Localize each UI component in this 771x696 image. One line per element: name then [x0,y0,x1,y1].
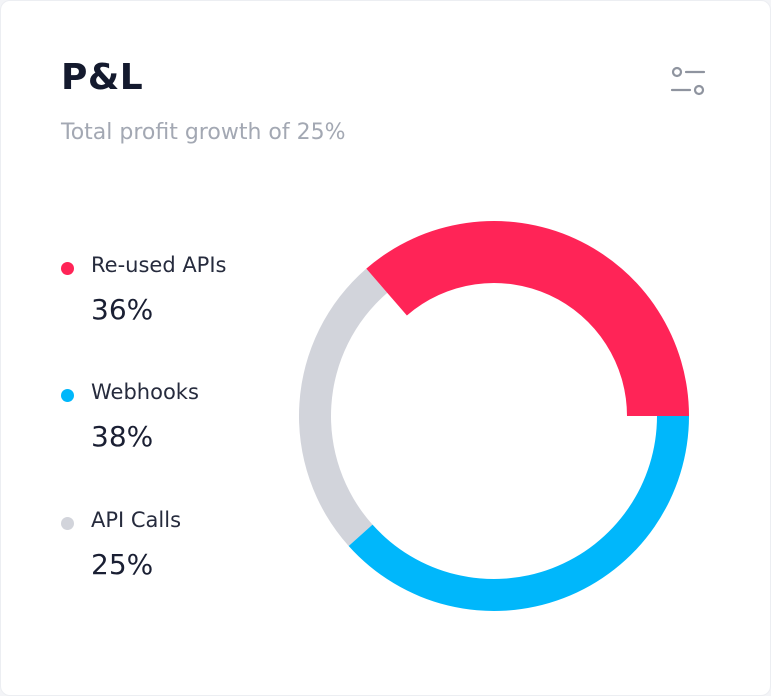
legend-label-api-calls: API Calls [91,508,182,532]
donut-segment-re-used-apis [366,220,689,416]
legend-item-api-calls: API Calls 25% [61,508,291,598]
donut-segment-webhooks [348,416,689,611]
legend-item-webhooks: Webhooks 38% [61,380,291,470]
legend-value-reused-apis: 36% [91,293,154,326]
legend-dot-api-calls [61,517,74,530]
filter-button[interactable] [669,63,707,99]
legend-dot-webhooks [61,389,74,402]
legend-label-reused-apis: Re-used APIs [91,253,227,277]
donut-segment-api-calls [298,268,388,547]
legend-item-reused-apis: Re-used APIs 36% [61,253,291,343]
legend-value-webhooks: 38% [91,420,154,453]
card-title: P&L [61,57,144,98]
pl-card: P&L Total profit growth of 25% Re-used A… [0,0,771,696]
legend-value-api-calls: 25% [91,548,154,581]
card-subtitle: Total profit growth of 25% [61,120,346,145]
legend-dot-reused-apis [61,262,74,275]
sliders-icon [670,66,706,96]
donut-chart [298,220,689,611]
legend-label-webhooks: Webhooks [91,380,199,404]
